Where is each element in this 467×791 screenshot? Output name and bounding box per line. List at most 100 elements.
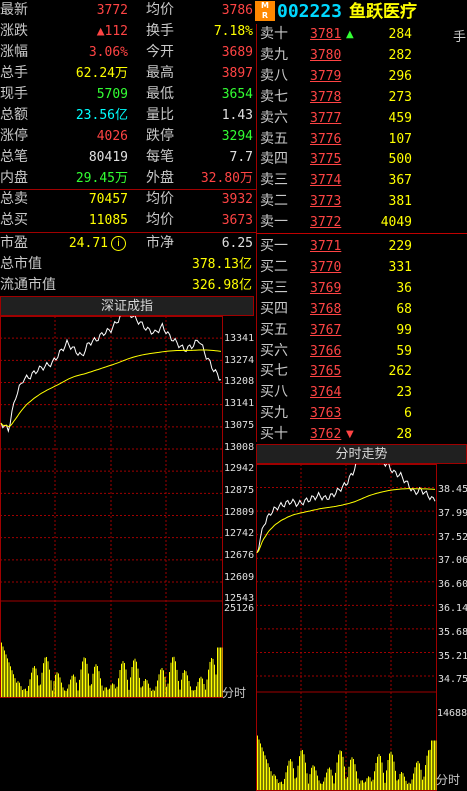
volume-bar [119, 670, 121, 697]
index-chart-title[interactable]: 深证成指 [0, 296, 254, 316]
ask-row[interactable]: 卖二 3773 381 [258, 191, 467, 213]
order-price[interactable]: 3766 [310, 341, 352, 363]
ask-row[interactable]: 卖三 3774 367 [258, 170, 467, 192]
quote-row: 总市值 378.13亿 [0, 254, 256, 275]
volume-bar [17, 681, 19, 697]
volume-bar [422, 779, 423, 790]
bid-row[interactable]: 买七 3765 262 [258, 361, 467, 383]
quote-value: 29.45万 [75, 171, 128, 186]
order-price[interactable]: 3764 [310, 382, 352, 404]
order-price[interactable]: 3773 [310, 191, 352, 213]
order-price[interactable]: 3776 [310, 129, 352, 151]
volume-bar [125, 669, 127, 697]
volume-bar [41, 672, 43, 697]
volume-bar [82, 661, 83, 697]
volume-bar [70, 679, 71, 697]
ask-row[interactable]: 卖四 3775 500 [258, 149, 467, 171]
quote-row: 市盈 24.71 i 市净 6.25 [0, 233, 256, 254]
ask-row[interactable]: 卖十 3781 284 ▲ [258, 24, 467, 46]
order-price[interactable]: 3770 [310, 257, 352, 279]
volume-bar [152, 689, 154, 697]
volume-bar [371, 781, 372, 790]
order-price[interactable]: 3774 [310, 170, 352, 192]
ask-row[interactable]: 卖五 3776 107 [258, 129, 467, 151]
order-volume: 23 [396, 385, 412, 401]
order-price[interactable]: 3767 [310, 320, 352, 342]
bid-row[interactable]: 买二 3770 331 [258, 257, 467, 279]
volume-bar [31, 672, 32, 697]
bid-row[interactable]: 买五 3767 99 [258, 320, 467, 342]
ask-row[interactable]: 卖八 3779 296 [258, 66, 467, 88]
stock-chart-title[interactable]: 分时走势 [256, 444, 467, 464]
volume-bar [154, 690, 155, 697]
volume-bar [23, 689, 25, 697]
volume-bar [375, 763, 377, 790]
index-time-label: 分时 [222, 686, 247, 700]
bid-row[interactable]: 买八 3764 23 [258, 382, 467, 404]
stock-chart [256, 464, 437, 791]
volume-bar [122, 661, 124, 697]
volume-bar [366, 778, 368, 790]
quote-value: 62.24万 [75, 66, 128, 81]
order-price[interactable]: 3769 [310, 278, 352, 300]
volume-bar [118, 678, 119, 697]
stock-code[interactable]: 002223 [277, 0, 342, 24]
bid-row[interactable]: 买一 3771 229 [258, 236, 467, 258]
volume-bar [130, 677, 131, 697]
order-price[interactable]: 3777 [310, 108, 352, 130]
quote-label: 内盘 [0, 170, 28, 186]
volume-bar [86, 663, 88, 697]
bid-row[interactable]: 买十 3762 28 ▼ [258, 424, 467, 446]
volume-bar [113, 684, 115, 697]
volume-bar [326, 772, 327, 790]
order-volume: 367 [388, 173, 412, 189]
info-icon[interactable]: i [111, 236, 126, 251]
volume-bar [175, 661, 176, 697]
volume-bar [172, 657, 173, 697]
order-volume: 229 [388, 239, 412, 254]
volume-bar [128, 689, 130, 697]
volume-bar [410, 783, 411, 790]
bid-row[interactable]: 买四 3768 68 [258, 299, 467, 321]
bid-row[interactable]: 买六 3766 59 [258, 341, 467, 363]
ask-row[interactable]: 卖九 3780 282 [258, 45, 467, 67]
order-price[interactable]: 3771 [310, 236, 352, 258]
volume-bar [384, 782, 386, 790]
order-level-label: 卖一 [260, 214, 288, 231]
order-price[interactable]: 3780 [310, 45, 352, 67]
index-vol-tick: 25126 [224, 603, 255, 614]
quote-label: 涨停 [0, 128, 28, 144]
quote-label: 涨跌 [0, 23, 28, 39]
ask-row[interactable]: 卖七 3778 273 [258, 87, 467, 109]
quote-value: 24.71 [68, 236, 108, 251]
order-price[interactable]: 3763 [310, 403, 352, 425]
volume-bar [89, 685, 91, 697]
quote-label: 总笔 [0, 149, 28, 165]
order-price[interactable]: 3765 [310, 361, 352, 383]
price-tick: 12742 [224, 528, 255, 540]
order-price[interactable]: 3778 [310, 87, 352, 109]
volume-bar [193, 690, 194, 697]
price-tick: 13208 [224, 376, 255, 388]
quote-row: 涨停 4026 跌停 3294 [0, 126, 256, 147]
volume-bar [163, 670, 164, 697]
quote-row: 总买 11085 均价 3673 [0, 210, 256, 231]
volume-bar [196, 686, 197, 697]
ask-row[interactable]: 卖一 3772 4049 [258, 212, 467, 234]
volume-bar [58, 673, 59, 697]
volume-bar [296, 777, 297, 790]
ask-row[interactable]: 卖六 3777 459 [258, 108, 467, 130]
order-level-label: 买四 [260, 300, 288, 317]
volume-bar [209, 661, 211, 697]
volume-bar [386, 770, 387, 790]
bid-row[interactable]: 买九 3763 6 [258, 403, 467, 425]
order-price[interactable]: 3779 [310, 66, 352, 88]
order-price[interactable]: 3775 [310, 149, 352, 171]
order-price[interactable]: 3768 [310, 299, 352, 321]
volume-bar [419, 763, 420, 790]
price-tick: 36.14 [438, 603, 467, 614]
volume-bar [61, 682, 62, 697]
quote-row: 最新 3772 均价 3786 [0, 0, 256, 21]
bid-row[interactable]: 买三 3769 36 [258, 278, 467, 300]
order-price[interactable]: 3772 [310, 212, 352, 234]
